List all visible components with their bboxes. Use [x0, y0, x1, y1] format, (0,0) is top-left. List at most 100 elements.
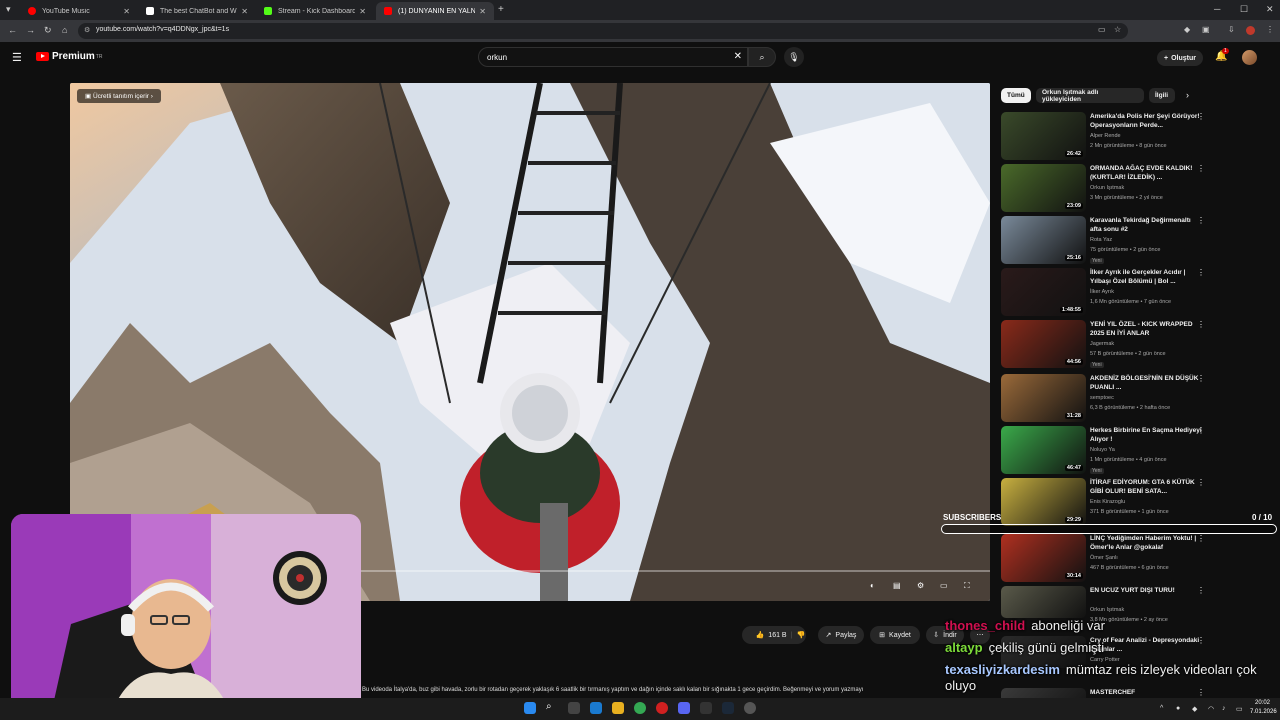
- progress-bar[interactable]: [360, 570, 990, 572]
- more-options-icon[interactable]: ⋮: [1197, 112, 1205, 121]
- avatar[interactable]: [1242, 50, 1257, 65]
- chip-from-uploader[interactable]: Orkun Işıtmak adlı yükleyiciden: [1036, 88, 1144, 103]
- close-icon[interactable]: ✕: [241, 7, 248, 16]
- app-icon[interactable]: [744, 702, 756, 714]
- search-box[interactable]: ✕: [478, 47, 748, 67]
- youtube-logo[interactable]: Premium TR: [36, 51, 102, 62]
- forward-icon[interactable]: →: [26, 25, 35, 35]
- reload-icon[interactable]: ↻: [44, 25, 52, 36]
- downloads-icon[interactable]: ⇩: [1228, 25, 1235, 34]
- video-title[interactable]: Cry of Fear Analizi - Depresyondaki İnsa…: [1090, 636, 1204, 654]
- chip-all[interactable]: Tümü: [1001, 88, 1031, 103]
- fullscreen-icon[interactable]: ⛶: [964, 581, 970, 591]
- tab-youtube-music[interactable]: YouTube Music ✕: [20, 2, 138, 20]
- home-icon[interactable]: ⌂: [62, 25, 67, 35]
- more-options-icon[interactable]: ⋮: [1197, 534, 1205, 543]
- video-title[interactable]: Amerika'da Polis Her Şeyi Görüyor! Opera…: [1090, 112, 1204, 130]
- steam-icon[interactable]: [722, 702, 734, 714]
- video-thumbnail[interactable]: 30:14: [1001, 534, 1086, 582]
- file-explorer-icon[interactable]: [612, 702, 624, 714]
- recommendation-item[interactable]: EN UCUZ YURT DIŞI TURU! Orkun Işıtmak 3,8 …: [1001, 586, 1213, 623]
- new-tab-button[interactable]: +: [498, 4, 504, 15]
- settings-icon[interactable]: ⚙: [917, 581, 924, 590]
- recommendation-item[interactable]: 23:09 ORMANDA AĞAÇ EVDE KALDIK! (KURTLAR!…: [1001, 164, 1213, 216]
- video-title[interactable]: İlker Ayrık ile Gerçekler Acıdır | Yılba…: [1090, 268, 1204, 286]
- more-options-icon[interactable]: ⋮: [1197, 636, 1205, 645]
- task-view-icon[interactable]: [568, 702, 580, 714]
- channel-name[interactable]: Rota Yaz: [1090, 237, 1112, 243]
- tray-app-icon[interactable]: ●: [1176, 705, 1180, 712]
- video-thumbnail[interactable]: 23:09: [1001, 164, 1086, 212]
- extension-icon[interactable]: ◆: [1184, 25, 1190, 34]
- paid-promotion-pill[interactable]: ▣ Ücretli tanıtım içerir ›: [77, 89, 161, 103]
- recommendation-item[interactable]: 29:29 İTİRAF EDİYORUM: GTA 6 KÜTÜK GİBİ O…: [1001, 478, 1213, 530]
- minimize-icon[interactable]: ─: [1214, 4, 1220, 14]
- close-icon[interactable]: ✕: [359, 7, 366, 16]
- battery-icon[interactable]: ▭: [1236, 705, 1243, 713]
- close-icon[interactable]: ✕: [479, 7, 486, 16]
- recommendation-item[interactable]: 25:16 Karavanla Tekirdağ Değirmenaltı aft…: [1001, 216, 1213, 268]
- more-options-icon[interactable]: ⋮: [1197, 688, 1205, 697]
- voice-search-button[interactable]: 🎙: [784, 47, 804, 67]
- clear-search-icon[interactable]: ✕: [734, 51, 742, 62]
- url-text[interactable]: youtube.com/watch?v=q4DDNgx_jpc&t=1s: [96, 26, 229, 33]
- video-title[interactable]: ORMANDA AĞAÇ EVDE KALDIK! (KURTLAR! İZLE…: [1090, 164, 1204, 182]
- video-thumbnail[interactable]: 1:48:55: [1001, 268, 1086, 316]
- more-options-icon[interactable]: ⋮: [1197, 268, 1205, 277]
- more-options-icon[interactable]: ⋮: [1197, 164, 1205, 173]
- video-title[interactable]: LİNÇ Yediğimden Haberim Yoktu! | Ömer'le…: [1090, 534, 1204, 552]
- channel-name[interactable]: Orkun Işıtmak: [1090, 607, 1124, 613]
- tray-app-icon[interactable]: ◆: [1192, 705, 1197, 713]
- url-field[interactable]: ⚙ youtube.com/watch?v=q4DDNgx_jpc&t=1s ▭…: [78, 23, 1128, 39]
- channel-name[interactable]: Orkun Işıtmak: [1090, 185, 1124, 191]
- cast-icon[interactable]: ▭: [1098, 25, 1106, 34]
- dislike-button[interactable]: 👎: [790, 626, 812, 644]
- start-icon[interactable]: [524, 702, 536, 714]
- puzzle-icon[interactable]: ▣: [1202, 25, 1210, 34]
- video-thumbnail[interactable]: 44:56: [1001, 320, 1086, 368]
- channel-name[interactable]: Alper Rende: [1090, 133, 1121, 139]
- discord-icon[interactable]: [678, 702, 690, 714]
- video-title[interactable]: AKDENİZ BÖLGESİ'NİN EN DÜŞÜK PUANLI ...: [1090, 374, 1204, 392]
- more-options-icon[interactable]: ⋮: [1197, 216, 1205, 225]
- back-icon[interactable]: ←: [8, 25, 17, 35]
- profile-icon[interactable]: [1246, 26, 1255, 35]
- tab-kick-dashboard[interactable]: Stream - Kick Dashboard ✕: [256, 2, 374, 20]
- site-info-icon[interactable]: ⚙: [84, 26, 90, 34]
- video-thumbnail[interactable]: 29:29: [1001, 478, 1086, 526]
- video-thumbnail[interactable]: 25:16: [1001, 216, 1086, 264]
- theater-mode-icon[interactable]: ▭: [940, 581, 948, 590]
- more-options-icon[interactable]: ⋮: [1197, 586, 1205, 595]
- more-options-icon[interactable]: ⋮: [1197, 320, 1205, 329]
- obs-icon[interactable]: [700, 702, 712, 714]
- video-thumbnail[interactable]: 46:47: [1001, 426, 1086, 474]
- maximize-icon[interactable]: ☐: [1240, 4, 1248, 15]
- video-title[interactable]: Herkes Birbirine En Saçma Hediyeyi Alıyo…: [1090, 426, 1204, 444]
- search-button[interactable]: ⌕: [748, 47, 776, 67]
- channel-name[interactable]: Enis Kirazoglu: [1090, 499, 1125, 505]
- menu-icon[interactable]: ⋮: [1266, 25, 1274, 34]
- video-title[interactable]: EN UCUZ YURT DIŞI TURU!: [1090, 586, 1204, 595]
- video-title[interactable]: YENİ YIL ÖZEL - KICK WRAPPED 2025 EN İYİ…: [1090, 320, 1204, 338]
- autoplay-toggle-icon[interactable]: ◐: [870, 581, 875, 590]
- hamburger-icon[interactable]: ☰: [12, 51, 22, 64]
- volume-icon[interactable]: ♪: [1222, 705, 1226, 712]
- recommendation-item[interactable]: 44:56 YENİ YIL ÖZEL - KICK WRAPPED 2025 E…: [1001, 320, 1213, 372]
- recommendation-item[interactable]: 1:48:55 İlker Ayrık ile Gerçekler Acıdır …: [1001, 268, 1213, 320]
- bookmark-star-icon[interactable]: ☆: [1114, 25, 1121, 34]
- channel-name[interactable]: Jagermak: [1090, 341, 1114, 347]
- chevron-right-icon[interactable]: ›: [1186, 90, 1189, 100]
- search-input[interactable]: [485, 52, 719, 63]
- tab-search-icon[interactable]: ▾: [6, 4, 11, 15]
- recommendation-item[interactable]: 26:42 Amerika'da Polis Her Şeyi Görüyor! …: [1001, 112, 1213, 164]
- more-options-icon[interactable]: ⋮: [1197, 478, 1205, 487]
- tab-chatbot[interactable]: The best ChatBot and Widgets ✕: [138, 2, 256, 20]
- tray-chevron-icon[interactable]: ^: [1160, 705, 1163, 712]
- more-options-icon[interactable]: ⋮: [1197, 426, 1205, 435]
- subtitles-icon[interactable]: ▤: [893, 581, 901, 590]
- video-title[interactable]: İTİRAF EDİYORUM: GTA 6 KÜTÜK GİBİ OLUR! …: [1090, 478, 1204, 496]
- opera-icon[interactable]: [656, 702, 668, 714]
- save-button[interactable]: ⊞ Kaydet: [870, 626, 920, 644]
- tab-youtube-video[interactable]: (1) DÜNYANIN EN YALNIZ ✕: [376, 2, 494, 20]
- channel-name[interactable]: Noluyo Ya: [1090, 447, 1115, 453]
